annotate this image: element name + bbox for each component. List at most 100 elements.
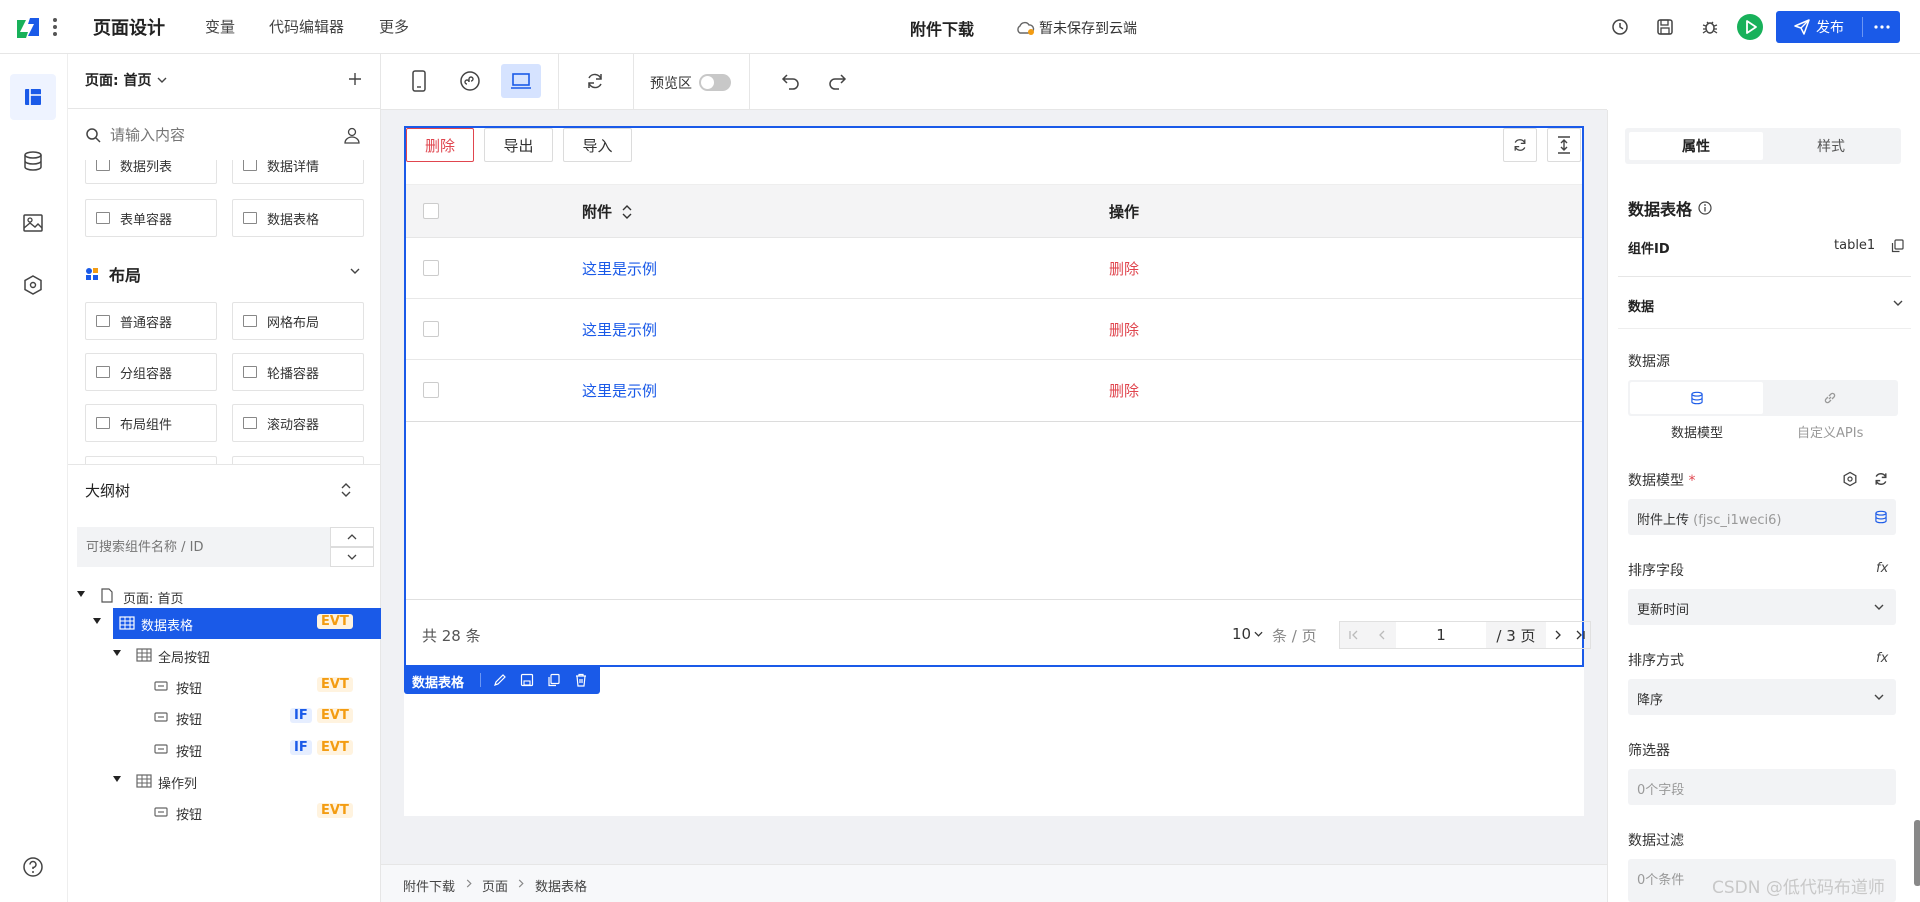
search-prev-button[interactable]: [330, 527, 374, 547]
tab-properties[interactable]: 属性: [1629, 132, 1763, 160]
scrollbar-thumb[interactable]: [1914, 820, 1920, 886]
save-icon[interactable]: [1655, 17, 1675, 37]
breadcrumb-item[interactable]: 数据表格: [535, 876, 587, 895]
rail-plugins-button[interactable]: [22, 274, 44, 296]
breadcrumb-item[interactable]: 页面: [482, 876, 508, 895]
last-page-button[interactable]: [1570, 622, 1590, 648]
row-checkbox[interactable]: [423, 382, 439, 398]
tree-node-action-column[interactable]: 操作列: [68, 766, 381, 797]
tree-node-button[interactable]: 按钮 IF EVT: [68, 702, 381, 733]
datasource-api-option[interactable]: [1763, 382, 1896, 414]
component-data-detail[interactable]: 数据详情: [232, 160, 364, 184]
publish-button[interactable]: 发布: [1776, 11, 1862, 43]
user-filter-icon[interactable]: [343, 126, 361, 144]
undo-button[interactable]: [781, 71, 801, 91]
preview-toggle[interactable]: [699, 74, 731, 91]
table-import-button[interactable]: 导入: [563, 128, 632, 162]
expand-collapse-icon[interactable]: [340, 482, 352, 498]
page-size-select[interactable]: 10: [1232, 625, 1263, 643]
desktop-view-button[interactable]: [501, 64, 541, 98]
component-search-input[interactable]: [110, 120, 330, 150]
help-button[interactable]: [22, 856, 44, 878]
tree-node-data-table-selected[interactable]: 数据表格 EVT: [93, 608, 381, 639]
search-next-button[interactable]: [330, 547, 374, 567]
debug-icon[interactable]: [1700, 17, 1720, 37]
sort-field-select[interactable]: 更新时间: [1628, 589, 1896, 625]
sort-order-fx-icon[interactable]: fx: [1876, 651, 1888, 666]
copy-icon[interactable]: [547, 673, 561, 687]
attachment-link[interactable]: 这里是示例: [582, 380, 657, 401]
tree-node-button[interactable]: 按钮 EVT: [68, 797, 381, 828]
first-page-button[interactable]: [1340, 622, 1368, 648]
select-all-checkbox[interactable]: [423, 203, 439, 219]
attachment-link[interactable]: 这里是示例: [582, 258, 657, 279]
next-page-button[interactable]: [1546, 622, 1570, 648]
current-page-input[interactable]: 1: [1396, 622, 1486, 648]
sort-order-select[interactable]: 降序: [1628, 679, 1896, 715]
section-data-title[interactable]: 数据: [1628, 296, 1654, 315]
tree-node-global-buttons[interactable]: 全局按钮: [68, 640, 381, 671]
prev-page-button[interactable]: [1368, 622, 1396, 648]
layout-section-header[interactable]: 布局: [85, 262, 141, 286]
row-checkbox[interactable]: [423, 321, 439, 337]
trash-icon[interactable]: [574, 673, 588, 687]
collapse-chevron-icon[interactable]: [350, 268, 360, 274]
component-data-list[interactable]: 数据列表: [85, 160, 217, 184]
edit-icon[interactable]: [493, 673, 507, 687]
data-model-select[interactable]: 附件上传 (fjsc_i1weci6): [1628, 499, 1896, 535]
component-group-container[interactable]: 分组容器: [85, 353, 217, 391]
component-data-table[interactable]: 数据表格: [232, 199, 364, 237]
sort-field-fx-icon[interactable]: fx: [1876, 561, 1888, 576]
mobile-view-button[interactable]: [412, 70, 426, 92]
tab-styles[interactable]: 样式: [1765, 132, 1897, 160]
tree-node-button[interactable]: 按钮 IF EVT: [68, 734, 381, 765]
table-delete-button[interactable]: 删除: [406, 128, 474, 162]
component-normal-container[interactable]: 普通容器: [85, 302, 217, 340]
send-icon: [1794, 19, 1810, 35]
data-table-component[interactable]: 删除 导出 导入 附件 操作 这里是示例 删除 这里是示例 删除 这里是示例 删…: [404, 126, 1591, 667]
redo-button[interactable]: [827, 71, 847, 91]
app-logo-icon[interactable]: [14, 14, 42, 42]
chevron-down-icon[interactable]: [1893, 300, 1903, 306]
attachment-link[interactable]: 这里是示例: [582, 319, 657, 340]
component-carousel-container[interactable]: 轮播容器: [232, 353, 364, 391]
table-export-button[interactable]: 导出: [484, 128, 553, 162]
mobile-icon: [412, 70, 426, 92]
row-delete-link[interactable]: 删除: [1109, 258, 1139, 279]
model-refresh-icon[interactable]: [1873, 471, 1889, 487]
page-selector[interactable]: 页面: 首页: [85, 70, 167, 90]
copy-id-icon[interactable]: [1891, 239, 1904, 253]
table-refresh-button[interactable]: [1503, 128, 1537, 162]
component-scroll-container[interactable]: 滚动容器: [232, 404, 364, 442]
rail-data-button[interactable]: [22, 150, 44, 172]
menu-code-editor[interactable]: 代码编辑器: [269, 16, 344, 37]
tree-node-button[interactable]: 按钮 EVT: [68, 671, 381, 702]
column-header-attachment[interactable]: 附件: [582, 201, 632, 222]
refresh-canvas-button[interactable]: [585, 71, 605, 91]
divider: [480, 673, 481, 687]
breadcrumb-item[interactable]: 附件下载: [403, 876, 455, 895]
table-density-button[interactable]: [1547, 128, 1581, 162]
run-preview-button[interactable]: [1737, 14, 1763, 40]
rail-components-button[interactable]: [10, 74, 56, 120]
apps-menu-icon[interactable]: [52, 17, 58, 37]
rail-assets-button[interactable]: [22, 212, 44, 234]
component-form-container[interactable]: 表单容器: [85, 199, 217, 237]
add-page-button[interactable]: [348, 72, 362, 86]
menu-more[interactable]: 更多: [379, 16, 409, 37]
row-checkbox[interactable]: [423, 260, 439, 276]
component-grid-layout[interactable]: 网格布局: [232, 302, 364, 340]
menu-variables[interactable]: 变量: [205, 16, 235, 37]
publish-more-button[interactable]: [1863, 11, 1900, 43]
info-icon[interactable]: [1698, 201, 1712, 215]
miniapp-view-button[interactable]: [459, 70, 481, 92]
model-settings-icon[interactable]: [1842, 471, 1858, 487]
datasource-model-option[interactable]: [1630, 382, 1763, 414]
outline-search-input[interactable]: [77, 527, 330, 567]
filter-field[interactable]: 0个字段: [1628, 769, 1896, 805]
history-icon[interactable]: [1610, 17, 1630, 37]
row-delete-link[interactable]: 删除: [1109, 380, 1139, 401]
save-template-icon[interactable]: [520, 673, 534, 687]
component-layout-widget[interactable]: 布局组件: [85, 404, 217, 442]
row-delete-link[interactable]: 删除: [1109, 319, 1139, 340]
